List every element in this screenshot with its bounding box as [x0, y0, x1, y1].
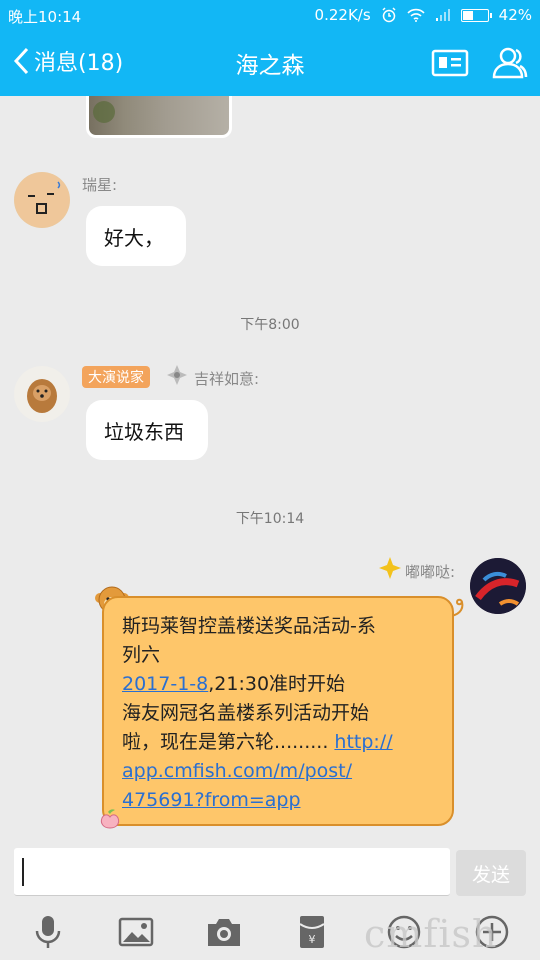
battery-percent: 42%: [498, 6, 532, 24]
message-line: 啦，现在是第六轮......... http://: [122, 728, 434, 757]
nav-bar: 消息(18) 海之森: [0, 30, 540, 96]
message-line: 列六: [122, 644, 161, 666]
status-bar: 晚上10:14 0.22K/s 42%: [0, 0, 540, 30]
input-bar: 发送 ¥ cmfish: [0, 840, 540, 960]
image-message[interactable]: [86, 96, 232, 138]
image-icon[interactable]: [116, 912, 156, 952]
sparkle-icon: [167, 365, 187, 385]
status-right: 0.22K/s 42%: [315, 6, 532, 24]
watermark: cmfish: [364, 912, 498, 956]
title-badge: 大演说家: [82, 366, 150, 388]
avatar[interactable]: [14, 172, 70, 228]
message-text: 啦，现在是第六轮.........: [122, 731, 329, 753]
timestamp-separator: 下午10:14: [235, 511, 305, 527]
microphone-icon[interactable]: [28, 912, 68, 952]
sender-name: 嘟嘟哒:: [405, 563, 456, 581]
status-time: 晚上10:14: [8, 8, 82, 26]
message-line: 海友网冠名盖楼系列活动开始: [122, 702, 370, 724]
timestamp-separator: 下午8:00: [240, 317, 300, 333]
dog-avatar-icon: [14, 366, 70, 422]
camera-icon[interactable]: [204, 912, 244, 952]
message-input[interactable]: [14, 848, 450, 896]
sparkle-gold-icon: [379, 557, 401, 579]
group-members-icon[interactable]: [490, 44, 530, 82]
sender-name: 吉祥如意:: [194, 370, 260, 388]
message-line: app.cmfish.com/m/post/: [122, 757, 434, 786]
message-bubble[interactable]: 垃圾东西: [86, 400, 208, 460]
battery-icon: [460, 8, 492, 22]
message-line: 475691?from=app: [122, 786, 434, 815]
chat-area[interactable]: 瑞星: 好大， 下午8:00 大演说家 吉祥如意: 垃圾东西 下午10:14 嘟…: [0, 96, 540, 840]
message-text: ,21:30准时开始: [208, 673, 346, 695]
signal-icon: [435, 9, 450, 21]
message-line: 斯玛莱智控盖楼送奖品活动-系: [122, 615, 376, 637]
sender-name: 瑞星:: [82, 176, 118, 194]
face-avatar-icon: [15, 173, 69, 227]
network-speed: 0.22K/s: [314, 6, 371, 24]
alarm-icon: [382, 7, 396, 23]
link-message-bubble[interactable]: 斯玛莱智控盖楼送奖品活动-系 列六 2017-1-8,21:30准时开始 海友网…: [102, 596, 454, 826]
date-link[interactable]: 2017-1-8: [122, 673, 208, 695]
url-link[interactable]: app.cmfish.com/m/post/: [122, 760, 352, 782]
url-link[interactable]: 475691?from=app: [122, 789, 301, 811]
svg-text:¥: ¥: [309, 933, 316, 946]
fish-avatar-icon: [470, 558, 526, 614]
avatar[interactable]: [14, 366, 70, 422]
wifi-icon: [407, 8, 425, 22]
message-line: 2017-1-8,21:30准时开始: [122, 670, 434, 699]
text-cursor: [22, 858, 24, 886]
message-bubble[interactable]: 好大，: [86, 206, 186, 266]
red-packet-icon[interactable]: ¥: [292, 912, 332, 952]
peach-icon: [100, 809, 120, 829]
send-button[interactable]: 发送: [456, 850, 526, 896]
url-link[interactable]: http://: [334, 731, 392, 753]
profile-card-icon[interactable]: [430, 44, 470, 82]
my-avatar[interactable]: [470, 558, 526, 614]
